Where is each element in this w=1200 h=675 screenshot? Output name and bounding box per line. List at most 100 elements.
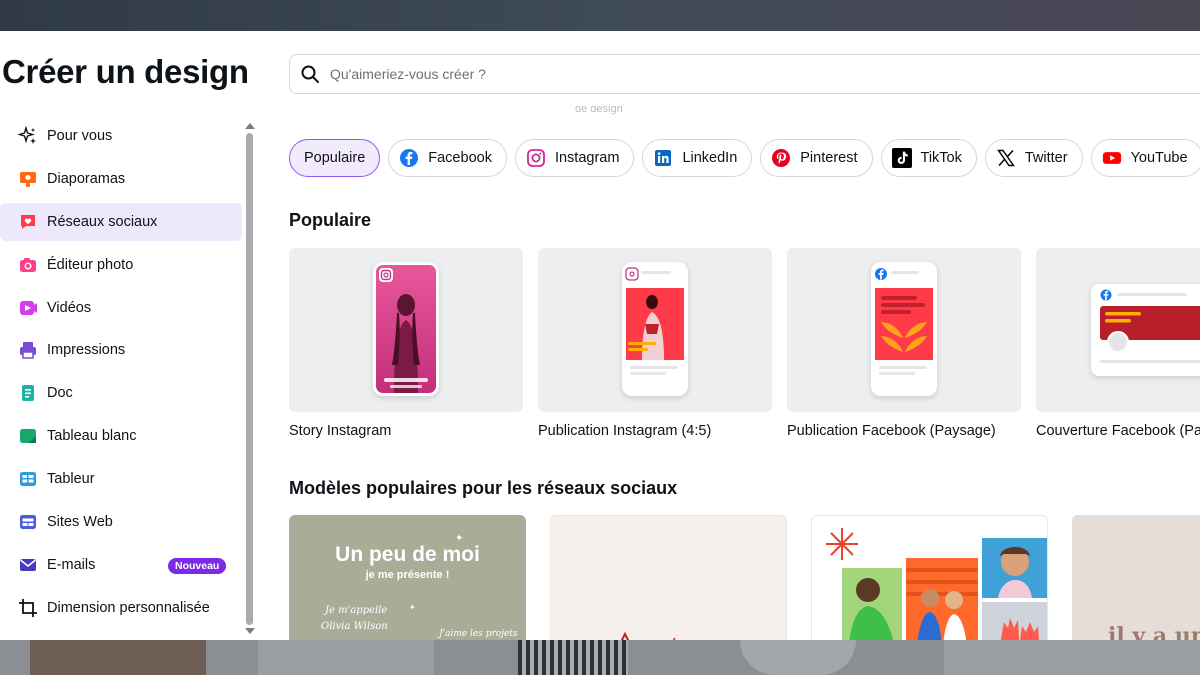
card-thumbnail — [289, 248, 523, 412]
sidebar-item-sites-web[interactable]: Sites Web — [0, 503, 242, 541]
template-card-beige[interactable]: il y a un — [1072, 515, 1200, 640]
sidebar-item-tableur[interactable]: Tableur — [0, 460, 242, 498]
chip-label: YouTube — [1130, 150, 1188, 166]
envelope-icon — [18, 555, 38, 575]
sidebar-item-reseaux-sociaux[interactable]: Réseaux sociaux — [0, 202, 242, 241]
phone-mockup — [622, 262, 688, 396]
whiteboard-icon — [18, 426, 38, 446]
template-card-blank-cream[interactable] — [550, 515, 787, 640]
chip-label: Facebook — [428, 150, 492, 166]
card-thumbnail — [538, 248, 772, 412]
card-label: Couverture Facebook (Paysage) — [1036, 423, 1200, 439]
populaire-cards: Story Instagram Publication Instagram (4… — [289, 248, 1200, 439]
background-thumbnail — [944, 640, 1200, 675]
browser-top-bar — [0, 0, 1200, 31]
presentation-icon — [18, 169, 38, 189]
chip-label: LinkedIn — [682, 150, 738, 166]
sidebar-item-videos[interactable]: Vidéos — [0, 289, 242, 327]
pinterest-icon — [771, 148, 791, 168]
sidebar-item-label: Éditeur photo — [47, 256, 134, 273]
sidebar-item-label: Tableur — [47, 471, 95, 488]
sidebar-item-label: Tableau blanc — [47, 428, 137, 445]
website-icon — [18, 512, 38, 532]
sidebar-item-tableau-blanc[interactable]: Tableau blanc — [0, 417, 242, 455]
sparkle-icon — [18, 126, 38, 146]
sidebar-item-label: E-mails — [47, 556, 96, 573]
facebook-icon — [399, 148, 419, 168]
scroll-up-arrow-icon[interactable] — [245, 123, 255, 129]
sidebar-item-pour-vous[interactable]: Pour vous — [0, 117, 242, 155]
search-box[interactable] — [289, 54, 1200, 94]
x-twitter-icon — [996, 148, 1016, 168]
camera-icon — [18, 255, 38, 275]
design-card-publication-instagram[interactable]: Publication Instagram (4:5) — [538, 248, 772, 439]
section-title-populaire: Populaire — [289, 210, 372, 230]
new-badge: Nouveau — [168, 557, 227, 574]
chip-linkedin[interactable]: LinkedIn — [642, 139, 753, 177]
phone-mockup — [373, 262, 439, 396]
facebook-cover-preview — [1100, 289, 1200, 363]
background-thumbnail — [740, 640, 856, 675]
video-play-icon — [18, 298, 38, 318]
chip-label: Pinterest — [800, 150, 858, 166]
sidebar-item-label: Pour vous — [47, 128, 113, 144]
search-input[interactable] — [330, 66, 1030, 82]
page-title: Créer un design — [2, 53, 249, 90]
sidebar-item-editeur-photo[interactable]: Éditeur photo — [0, 246, 242, 284]
sidebar: Pour vous Diaporamas Réseaux sociaux Édi… — [0, 117, 244, 632]
chip-instagram[interactable]: Instagram — [514, 139, 635, 177]
sidebar-item-label: Réseaux sociaux — [47, 213, 158, 230]
search-icon — [301, 65, 319, 83]
background-thumbnail — [30, 640, 206, 675]
facebook-post-preview — [875, 268, 933, 375]
background-thumbnail — [258, 640, 434, 675]
sparkle-decoration-icon: ✦ — [455, 533, 464, 544]
printer-icon — [18, 340, 38, 360]
crop-icon — [18, 598, 38, 618]
instagram-icon — [526, 148, 546, 168]
search-suggestion-fade: de design — [575, 106, 623, 115]
sidebar-item-e-mails[interactable]: E-mails Nouveau — [0, 546, 242, 584]
template-script-line-1: Je m'appelle — [325, 605, 388, 616]
chip-tiktok[interactable]: TikTok — [880, 139, 977, 177]
category-chips: Populaire Facebook Instagram LinkedIn Pi… — [289, 139, 1200, 177]
chip-label: Populaire — [304, 150, 366, 166]
chip-label: Instagram — [554, 150, 620, 166]
template-text: il y a un — [1108, 623, 1200, 640]
design-card-story-instagram[interactable]: Story Instagram — [289, 248, 523, 439]
phone-mockup — [871, 262, 937, 396]
sidebar-item-diaporamas[interactable]: Diaporamas — [0, 160, 242, 198]
chip-pinterest[interactable]: Pinterest — [760, 139, 873, 177]
card-label: Publication Instagram (4:5) — [538, 423, 712, 439]
card-label: Publication Facebook (Paysage) — [787, 423, 996, 439]
story-preview-image — [376, 265, 436, 393]
scrollbar-thumb[interactable] — [246, 133, 253, 625]
chip-label: TikTok — [920, 150, 962, 166]
document-icon — [18, 383, 38, 403]
sidebar-item-impressions[interactable]: Impressions — [0, 331, 242, 369]
card-label: Story Instagram — [289, 423, 392, 439]
heart-chat-icon — [18, 212, 38, 232]
design-card-publication-facebook[interactable]: Publication Facebook (Paysage) — [787, 248, 1021, 439]
sidebar-item-label: Doc — [47, 385, 73, 402]
template-card-un-peu-de-moi[interactable]: Un peu de moi je me présente ! Je m'appe… — [289, 515, 526, 640]
sidebar-item-label: Impressions — [47, 342, 126, 359]
collage-preview-image — [826, 528, 1047, 640]
design-card-couverture-facebook[interactable]: Couverture Facebook (Paysage) — [1036, 248, 1200, 439]
sparkle-decoration-icon: ✦ — [409, 603, 416, 612]
template-card-photo-collage[interactable] — [811, 515, 1048, 640]
template-grid: Un peu de moi je me présente ! Je m'appe… — [289, 515, 1200, 640]
chip-youtube[interactable]: YouTube — [1090, 139, 1200, 177]
card-thumbnail — [1036, 248, 1200, 412]
sidebar-item-label: Vidéos — [47, 299, 92, 316]
main-content: Populaire Facebook Instagram LinkedIn Pi… — [260, 117, 1200, 640]
chip-populaire[interactable]: Populaire — [289, 139, 381, 177]
template-script-line-3: J'aime les projets — [439, 629, 518, 639]
create-design-modal: Créer un design de design Pour vous Diap… — [0, 31, 1200, 640]
sidebar-item-dimension-personnalisee[interactable]: Dimension personnalisée — [0, 589, 242, 627]
linkedin-icon — [653, 148, 673, 168]
scroll-down-arrow-icon[interactable] — [245, 628, 255, 634]
chip-twitter[interactable]: Twitter — [984, 139, 1083, 177]
chip-facebook[interactable]: Facebook — [388, 139, 507, 177]
sidebar-item-doc[interactable]: Doc — [0, 374, 242, 412]
